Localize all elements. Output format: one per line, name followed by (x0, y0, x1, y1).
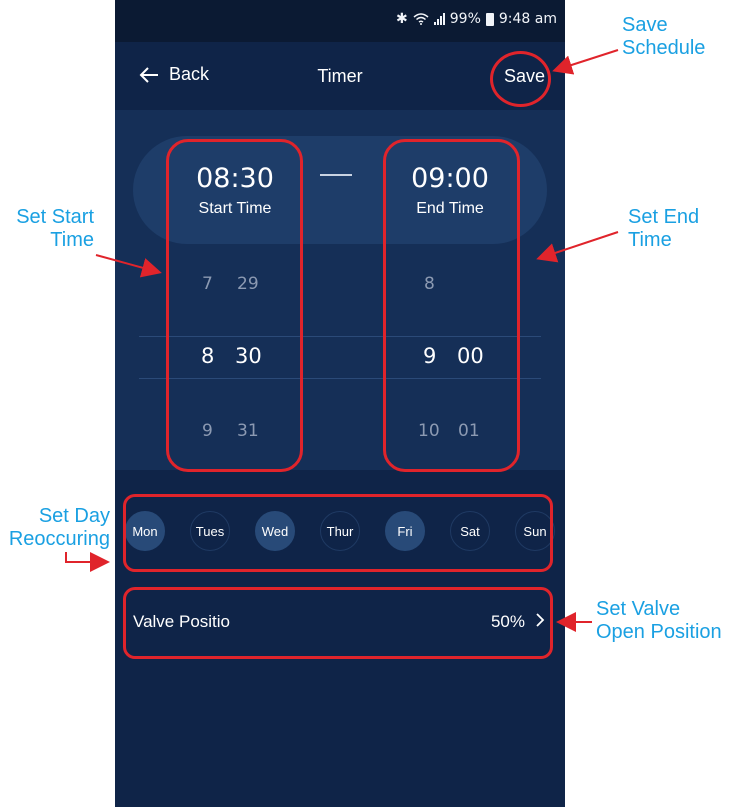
valve-annotation-frame (123, 587, 553, 659)
annotation-set-end-time: Set End Time (628, 206, 700, 251)
signal-icon (433, 13, 445, 25)
status-icons: ✱ 99% 9:48 am (396, 11, 557, 27)
wifi-icon (413, 13, 429, 25)
arrow-save (552, 49, 619, 75)
arrow-set-day (65, 552, 110, 572)
bluetooth-icon: ✱ (396, 11, 408, 27)
annotation-set-valve: Set Valve Open Position (596, 598, 722, 643)
battery-percent: 99% (449, 11, 481, 27)
annotation-save-schedule: Save Schedule (622, 14, 706, 59)
battery-icon (485, 12, 494, 26)
save-annotation-circle (490, 51, 551, 107)
days-annotation-frame (123, 494, 553, 572)
annotation-set-day: Set Day Reoccuring (8, 505, 110, 550)
status-bar: ✱ 99% 9:48 am (115, 0, 565, 42)
end-time-annotation-frame (383, 139, 520, 472)
start-time-annotation-frame (166, 139, 303, 472)
time-range-dash (320, 174, 352, 176)
annotation-set-start-time: Set Start Time (16, 206, 94, 251)
status-time: 9:48 am (498, 11, 557, 27)
